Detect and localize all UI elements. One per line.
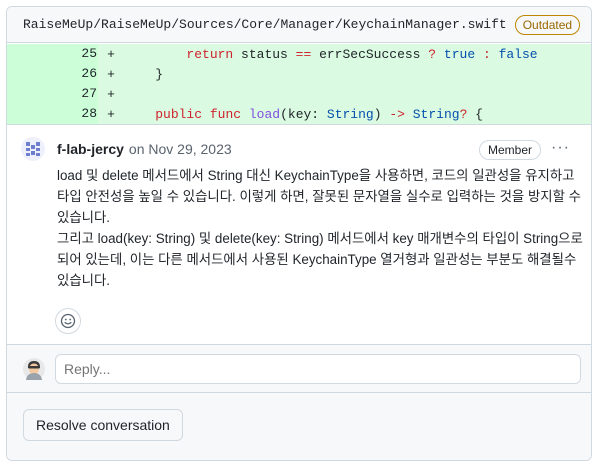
diff-line: 25 + return status == errSecSuccess ? tru…	[7, 44, 591, 64]
line-number[interactable]: 28	[7, 104, 98, 124]
review-thread-card: RaiseMeUp/RaiseMeUp/Sources/Core/Manager…	[6, 6, 592, 461]
member-badge: Member	[479, 140, 542, 160]
comment-paragraph-2: 그리고 load(key: String) 및 delete(key: Stri…	[57, 231, 583, 288]
diff-added-marker: +	[107, 86, 115, 102]
file-header: RaiseMeUp/RaiseMeUp/Sources/Core/Manager…	[7, 7, 591, 43]
code-token: {	[467, 106, 483, 122]
code-token: (key:	[280, 106, 327, 122]
code-token: String	[412, 106, 460, 122]
code-token: }	[155, 66, 164, 82]
avatar[interactable]	[21, 137, 45, 161]
identicon-icon	[21, 137, 45, 161]
line-number[interactable]: 26	[7, 64, 98, 84]
code-text: return status == errSecSuccess ? true : …	[124, 46, 538, 62]
code-token: :	[482, 46, 491, 62]
code-token: ->	[389, 106, 405, 122]
outdated-badge: Outdated	[514, 14, 581, 35]
code-text: public func load(key: String) -> String?…	[124, 107, 483, 122]
code-token: public	[155, 106, 203, 122]
code-token: ?	[428, 46, 437, 62]
code-token: func	[209, 106, 242, 122]
code-token: )	[373, 106, 390, 122]
line-number[interactable]: 25	[7, 44, 98, 64]
diff-added-marker: +	[107, 46, 115, 62]
add-reaction-button[interactable]	[55, 308, 81, 334]
user-avatar-icon	[23, 357, 45, 380]
diff-line: 28 + public func load(key: String) -> Str…	[7, 104, 591, 124]
diff-line: 26 + }	[7, 64, 591, 84]
code-token: false	[498, 46, 538, 62]
code-token: ==	[295, 46, 312, 62]
reply-input[interactable]	[55, 353, 581, 384]
file-path-link[interactable]: RaiseMeUp/RaiseMeUp/Sources/Core/Manager…	[23, 17, 507, 32]
code-token: return	[186, 46, 234, 62]
code-token: load	[248, 106, 281, 122]
code-token: String	[326, 106, 374, 122]
resolve-conversation-button[interactable]: Resolve conversation	[23, 409, 183, 441]
resolve-row: Resolve conversation	[7, 392, 591, 460]
code-token: status	[233, 46, 296, 62]
diff-line: 27 +	[7, 84, 591, 104]
code-token: errSecSuccess	[311, 46, 429, 62]
kebab-horizontal-icon[interactable]: ···	[551, 140, 570, 156]
reply-row	[7, 344, 591, 392]
comment-paragraph-1: load 및 delete 메서드에서 String 대신 KeychainTy…	[57, 168, 581, 225]
diff-added-marker: +	[107, 106, 115, 122]
comment-date[interactable]: on Nov 29, 2023	[129, 141, 232, 157]
smiley-icon	[60, 313, 76, 329]
line-number[interactable]: 27	[7, 84, 98, 104]
user-avatar	[23, 357, 45, 380]
comment-body: load 및 delete 메서드에서 String 대신 KeychainTy…	[57, 165, 587, 291]
code-token: true	[443, 46, 476, 62]
code-text: }	[124, 67, 163, 82]
review-comment: f-lab-jercy on Nov 29, 2023 Member ··· l…	[7, 124, 591, 344]
comment-author[interactable]: f-lab-jercy	[57, 141, 124, 157]
diff-added-marker: +	[107, 66, 115, 82]
diff-hunk: 25 + return status == errSecSuccess ? tru…	[7, 44, 591, 124]
